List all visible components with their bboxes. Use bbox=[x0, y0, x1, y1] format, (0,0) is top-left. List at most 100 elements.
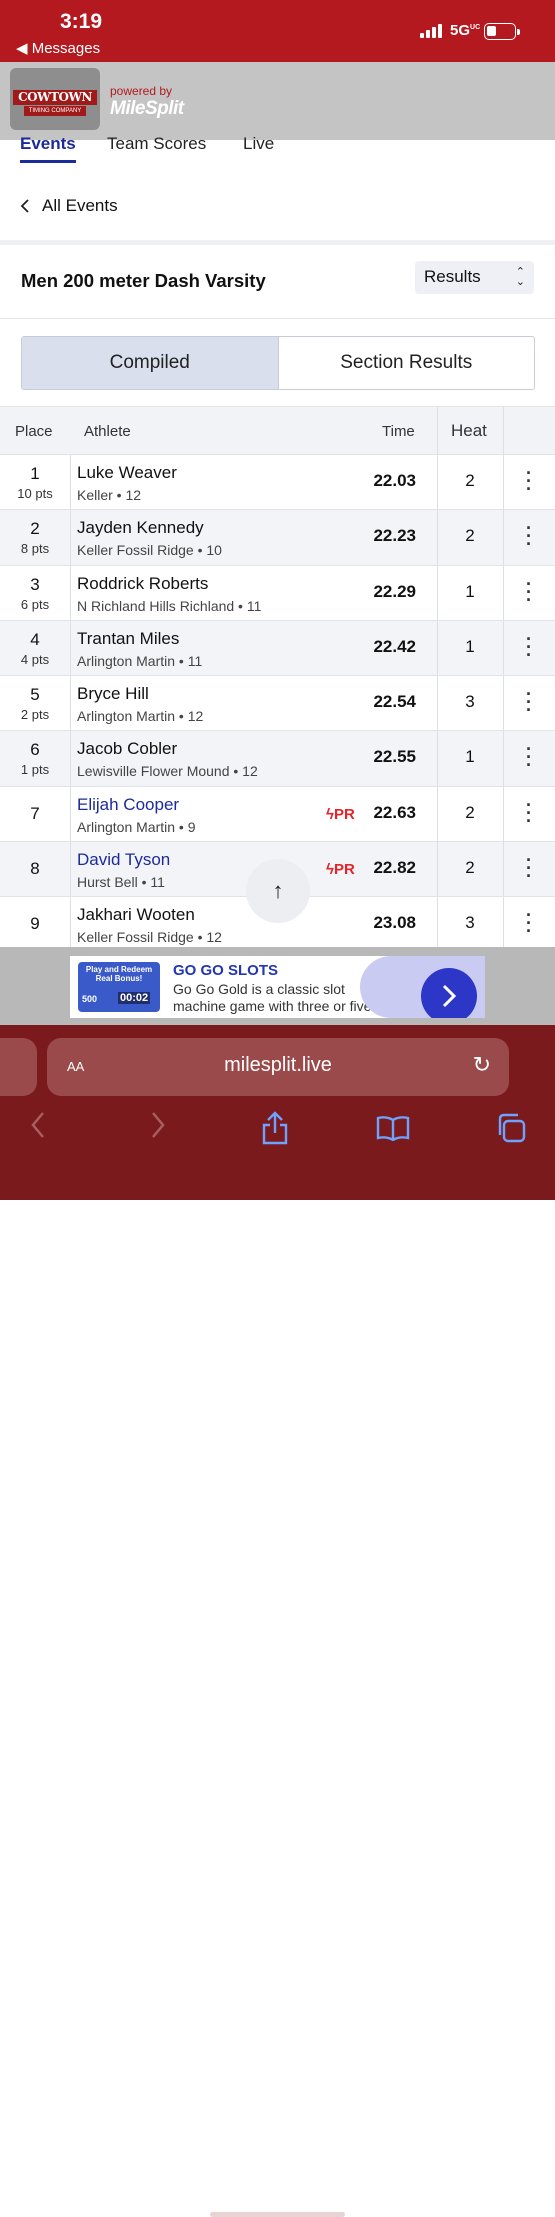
scroll-to-top-button[interactable]: ↑ bbox=[246, 859, 310, 923]
compiled-toggle[interactable]: Compiled bbox=[22, 337, 279, 389]
table-row[interactable]: 2 8 pts Jayden Kennedy Keller Fossil Ridge … bbox=[0, 509, 555, 565]
athlete-school: Arlington Martin • 11 bbox=[77, 652, 203, 669]
athlete-name[interactable]: Jacob Cobler bbox=[77, 739, 177, 759]
bookmarks-icon[interactable] bbox=[376, 1115, 410, 1141]
points: 2 pts bbox=[20, 707, 50, 723]
heat-number: 1 bbox=[465, 581, 475, 601]
athlete-school: Keller Fossil Ridge • 10 bbox=[77, 542, 222, 559]
athlete-name[interactable]: Jakhari Wooten bbox=[77, 905, 195, 925]
bolt-icon: ϟ bbox=[326, 861, 334, 879]
tabs-icon[interactable] bbox=[496, 1113, 526, 1143]
table-row[interactable]: 4 4 pts Trantan Miles Arlington Martin • 11… bbox=[0, 619, 555, 676]
athlete-name[interactable]: Trantan Miles bbox=[77, 629, 179, 649]
athlete-name[interactable]: Luke Weaver bbox=[77, 463, 177, 483]
athlete-school: N Richland Hills Richland • 11 bbox=[77, 597, 262, 614]
milesplit-logo: MileSplit bbox=[110, 98, 184, 119]
heat-number: 2 bbox=[465, 802, 475, 822]
place: 5 bbox=[30, 685, 40, 705]
points: 4 pts bbox=[20, 651, 50, 667]
more-options-icon[interactable]: · · · bbox=[503, 740, 555, 774]
up-down-chevron-icon: ⌃ ⌄ bbox=[515, 266, 525, 288]
table-header: Place Athlete Time Heat bbox=[0, 406, 555, 454]
back-icon[interactable] bbox=[30, 1111, 46, 1139]
athlete-school: Arlington Martin • 12 bbox=[77, 708, 204, 725]
previous-tab-pill[interactable] bbox=[0, 1038, 37, 1096]
forward-icon[interactable] bbox=[150, 1111, 166, 1139]
more-options-icon[interactable]: · · · bbox=[503, 906, 555, 940]
chevron-right-icon bbox=[442, 984, 457, 1008]
powered-by-label: powered by bbox=[110, 84, 173, 98]
more-options-icon[interactable]: · · · bbox=[503, 851, 555, 885]
athlete-name[interactable]: David Tyson bbox=[77, 850, 170, 870]
table-row[interactable]: 3 6 pts Roddrick Roberts N Richland Hills R… bbox=[0, 564, 555, 620]
athlete-name[interactable]: Jayden Kennedy bbox=[77, 518, 204, 538]
network-type: 5GUC bbox=[450, 22, 481, 39]
ad-title: GO GO SLOTS bbox=[173, 962, 279, 979]
athlete-school: Hurst Bell • 11 bbox=[77, 874, 165, 891]
heat-number: 1 bbox=[465, 636, 475, 656]
active-tab-indicator bbox=[20, 160, 76, 163]
status-bar: 3:19 ◀ Messages 5GUC bbox=[0, 0, 555, 62]
home-indicator bbox=[210, 2212, 345, 2217]
place: 4 bbox=[30, 629, 40, 649]
share-icon[interactable] bbox=[261, 1111, 289, 1145]
table-row[interactable]: 6 1 pts Jacob Cobler Lewisville Flower Moun… bbox=[0, 730, 555, 786]
reload-icon[interactable]: ↻ bbox=[473, 1052, 491, 1078]
section-results-toggle[interactable]: Section Results bbox=[279, 337, 535, 389]
heat-number: 2 bbox=[465, 858, 475, 878]
divider bbox=[0, 318, 555, 319]
result-time: 22.54 bbox=[373, 692, 416, 712]
athlete-school: Lewisville Flower Mound • 12 bbox=[77, 763, 258, 780]
points: 8 pts bbox=[20, 541, 50, 557]
athlete-school: Keller Fossil Ridge • 12 bbox=[77, 929, 222, 946]
address-bar[interactable]: AA milesplit.live ↻ bbox=[47, 1038, 509, 1096]
heat-number: 2 bbox=[465, 526, 475, 546]
bolt-icon: ϟ bbox=[326, 805, 334, 823]
time-header: Time bbox=[382, 423, 415, 440]
chevron-left-icon bbox=[20, 199, 29, 213]
table-row[interactable]: 1 10 pts Luke Weaver Keller • 12 22.03 2 · · · bbox=[0, 454, 555, 510]
heat-number: 3 bbox=[465, 692, 475, 712]
url-text: milesplit.live bbox=[224, 1054, 332, 1076]
all-events-link[interactable]: All Events bbox=[20, 196, 118, 216]
athlete-school: Arlington Martin • 9 bbox=[77, 818, 196, 835]
athlete-school: Keller • 12 bbox=[77, 487, 142, 503]
heat-header: Heat bbox=[451, 421, 487, 440]
tab-team-scores[interactable]: Team Scores bbox=[107, 134, 206, 154]
athlete-name[interactable]: Elijah Cooper bbox=[77, 795, 179, 815]
arrow-up-icon: ↑ bbox=[272, 878, 284, 903]
signal-icon bbox=[420, 24, 442, 38]
athlete-name[interactable]: Bryce Hill bbox=[77, 684, 149, 704]
heat-number: 3 bbox=[465, 913, 475, 933]
clock: 3:19 bbox=[60, 10, 103, 33]
place: 2 bbox=[30, 519, 40, 539]
result-time: 22.29 bbox=[373, 581, 416, 601]
sponsor-banner: COWTOWN TIMING COMPANY powered by MileSp… bbox=[0, 62, 555, 140]
result-time: 22.23 bbox=[373, 526, 416, 546]
back-to-messages[interactable]: ◀ Messages bbox=[16, 39, 100, 57]
results-select[interactable]: Results ⌃ ⌄ bbox=[415, 261, 534, 294]
athlete-name[interactable]: Roddrick Roberts bbox=[77, 574, 208, 594]
advertisement[interactable]: Play and Redeem Real Bonus! 500 00:02 GO… bbox=[70, 956, 485, 1018]
place: 3 bbox=[30, 574, 40, 594]
more-options-icon[interactable]: · · · bbox=[503, 519, 555, 553]
more-options-icon[interactable]: · · · bbox=[503, 630, 555, 664]
event-title: Men 200 meter Dash Varsity bbox=[21, 270, 266, 291]
more-options-icon[interactable]: · · · bbox=[503, 575, 555, 609]
ad-banner: Play and Redeem Real Bonus! 500 00:02 GO… bbox=[0, 947, 555, 1025]
result-time: 22.82 bbox=[373, 858, 416, 878]
more-options-icon[interactable]: · · · bbox=[503, 685, 555, 719]
meet-tabs: Events Team Scores Live bbox=[0, 134, 555, 164]
table-row[interactable]: 5 2 pts Bryce Hill Arlington Martin • 12 22.… bbox=[0, 675, 555, 731]
place-header: Place bbox=[15, 423, 53, 440]
ad-arrow-button[interactable] bbox=[421, 968, 477, 1018]
more-options-icon[interactable]: · · · bbox=[503, 464, 555, 498]
tab-events[interactable]: Events bbox=[20, 134, 76, 154]
table-row[interactable]: 7 Elijah Cooper Arlington Martin • 9 ϟPR 22.… bbox=[0, 785, 555, 842]
tab-live[interactable]: Live bbox=[243, 134, 274, 154]
place: 8 bbox=[30, 859, 40, 879]
more-options-icon[interactable]: · · · bbox=[503, 796, 555, 830]
heat-number: 2 bbox=[465, 471, 475, 490]
result-time: 22.03 bbox=[373, 471, 416, 490]
points: 6 pts bbox=[20, 596, 50, 612]
